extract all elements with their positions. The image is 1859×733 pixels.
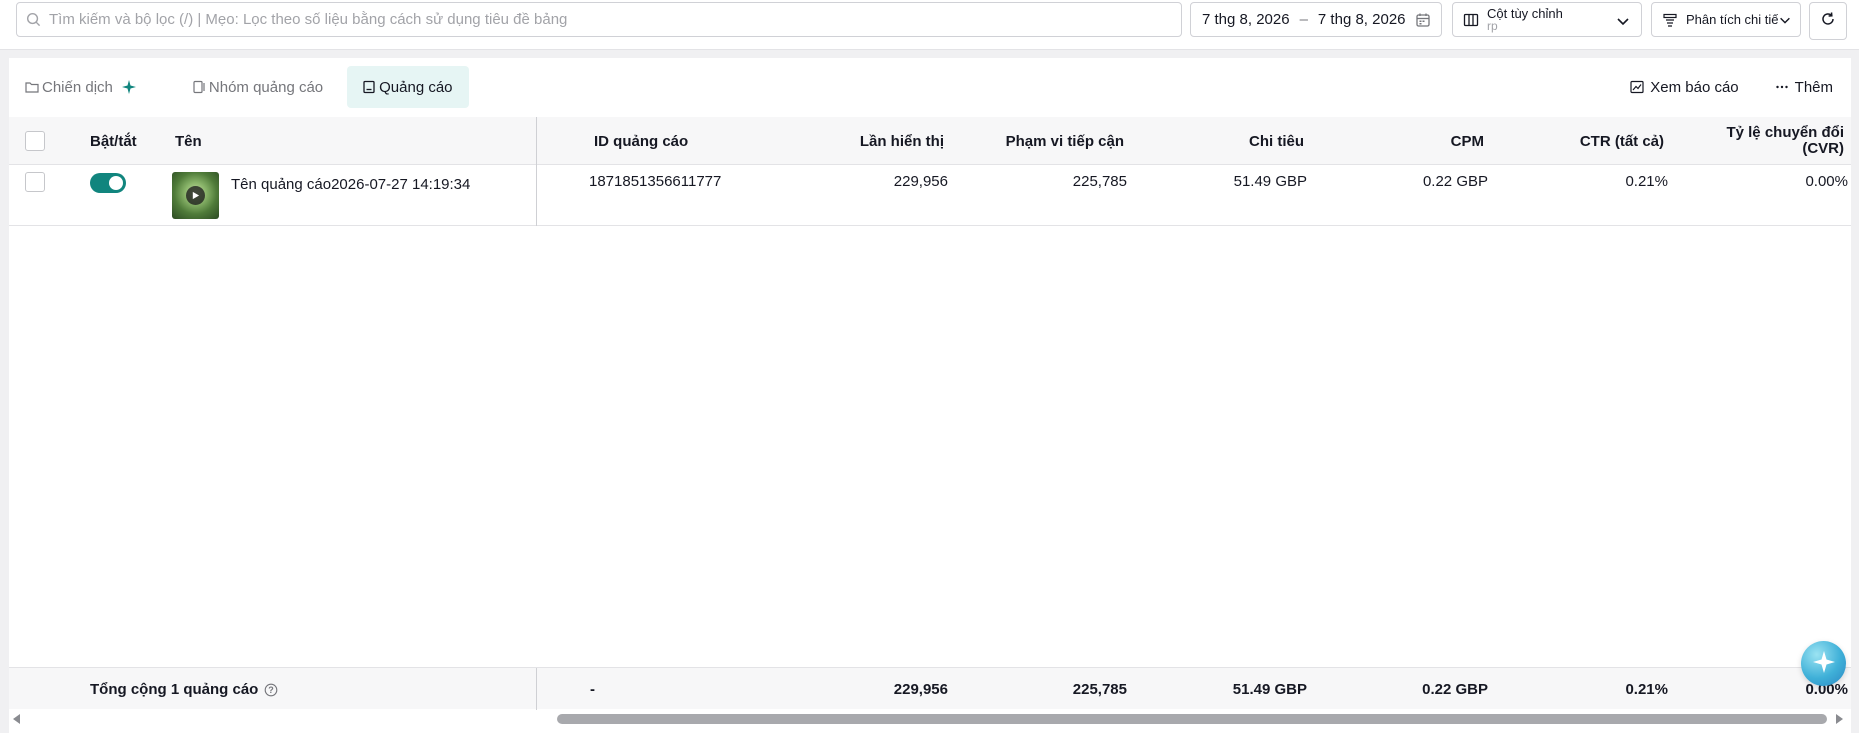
refresh-button[interactable] [1809,2,1847,40]
select-all-checkbox-cell [25,117,45,165]
ad-name[interactable]: Tên quảng cáo2026-07-27 14:19:34 [231,176,470,193]
tab-ad-groups[interactable]: Nhóm quảng cáo [177,66,339,108]
ad-icon [362,79,376,95]
tab-ads[interactable]: Quảng cáo [347,66,469,108]
search-bar[interactable] [16,2,1182,37]
header-reach[interactable]: Phạm vi tiếp cận [939,117,1124,165]
more-dots-icon [1775,80,1789,94]
refresh-icon [1820,11,1836,31]
header-impressions[interactable]: Lần hiển thị [769,117,944,165]
sparkle-icon [121,79,137,95]
scroll-left-arrow-icon[interactable] [13,714,20,724]
table-row[interactable]: Tên quảng cáo2026-07-27 14:19:34 1871851… [9,165,1851,226]
main-panel: Chiến dịch Nhóm quảng cáo Quảng cáo Xem … [9,58,1851,733]
reach-value: 225,785 [1072,173,1127,190]
header-toggle[interactable]: Bật/tắt [90,117,137,165]
svg-text:?: ? [269,685,275,695]
tab-ad-groups-label: Nhóm quảng cáo [208,78,324,96]
totals-reach: 225,785 [1072,681,1127,698]
horizontal-scrollbar[interactable] [9,709,1851,729]
header-ad-id[interactable]: ID quảng cáo [594,117,688,165]
date-range-picker[interactable]: 7 thg 8, 2026 – 7 thg 8, 2026 [1190,2,1442,37]
tab-campaigns-label: Chiến dịch [42,78,113,96]
row-toggle-cell [90,173,126,193]
header-ctr[interactable]: CTR (tất cả) [1479,117,1664,165]
top-toolbar: 7 thg 8, 2026 – 7 thg 8, 2026 Cột tùy ch… [0,0,1859,50]
tab-actions: Xem báo cáo Thêm [1630,66,1851,108]
totals-cpm: 0.22 GBP [1422,681,1488,698]
ad-group-icon [192,79,206,95]
breakdown-icon [1662,12,1678,28]
date-separator: – [1299,11,1308,28]
play-icon [186,186,205,205]
totals-ad-id: - [590,681,595,698]
custom-columns-select[interactable]: Cột tùy chỉnh rp [1452,2,1642,37]
tab-campaigns[interactable]: Chiến dịch [10,66,153,108]
header-cvr[interactable]: Tỷ lệ chuyển đổi (CVR) [1649,117,1844,165]
search-input[interactable] [49,11,1181,28]
frozen-column-divider [536,117,537,165]
header-cvr-line1: Tỷ lệ chuyển đổi [1726,124,1844,141]
spend-value: 51.49 GBP [1233,173,1307,190]
chevron-down-icon [1615,13,1631,29]
row-checkbox-cell [25,172,45,192]
help-icon[interactable]: ? [264,683,278,697]
search-icon [25,12,41,28]
analysis-button[interactable]: Phân tích chi tiết [1651,2,1801,37]
view-report-button[interactable]: Xem báo cáo [1630,78,1739,96]
sparkle-icon [1811,649,1837,679]
ctr-value: 0.21% [1625,173,1668,190]
folder-icon [25,79,39,95]
impressions-value: 229,956 [893,173,948,190]
table-totals-row: Tổng cộng 1 quảng cáo ? - 229,956 225,78… [9,667,1851,710]
more-button[interactable]: Thêm [1775,79,1833,96]
totals-label-cell: Tổng cộng 1 quảng cáo ? [90,681,278,698]
totals-label: Tổng cộng 1 quảng cáo [90,681,259,698]
more-label: Thêm [1794,78,1833,96]
header-cpm[interactable]: CPM [1299,117,1484,165]
video-thumbnail [172,172,219,219]
cpm-value: 0.22 GBP [1422,173,1488,190]
ad-id: 1871851356611777 [589,173,722,190]
frozen-column-divider [536,165,537,226]
header-cvr-line2: (CVR) [1802,140,1844,157]
row-checkbox[interactable] [25,172,45,192]
select-all-checkbox[interactable] [25,131,45,151]
analysis-button-label: Phân tích chi tiết [1686,12,1783,27]
view-report-label: Xem báo cáo [1650,78,1739,96]
table-header: Bật/tắt Tên ID quảng cáo Lần hiển thị Ph… [9,117,1851,165]
columns-select-label: Cột tùy chỉnh [1487,5,1563,21]
report-icon [1630,80,1644,94]
header-name[interactable]: Tên [175,117,202,165]
header-spend[interactable]: Chi tiêu [1119,117,1304,165]
ai-assistant-button[interactable] [1801,641,1846,686]
date-end: 7 thg 8, 2026 [1317,11,1406,28]
totals-ctr: 0.21% [1625,681,1668,698]
calendar-icon [1415,12,1431,28]
totals-impressions: 229,956 [893,681,948,698]
chevron-down-icon [1778,13,1792,27]
columns-icon [1463,12,1479,28]
scroll-right-arrow-icon[interactable] [1836,714,1843,724]
ad-status-toggle[interactable] [90,173,126,193]
scrollbar-thumb[interactable] [557,714,1827,724]
date-start: 7 thg 8, 2026 [1202,11,1290,28]
ads-table: Bật/tắt Tên ID quảng cáo Lần hiển thị Ph… [9,117,1851,226]
columns-select-sub: rp [1487,18,1498,33]
frozen-column-divider [536,668,537,710]
totals-spend: 51.49 GBP [1232,681,1307,698]
cvr-value: 0.00% [1805,173,1848,190]
tab-ads-label: Quảng cáo [379,78,453,96]
level-tabs: Chiến dịch Nhóm quảng cáo Quảng cáo [9,66,469,108]
ad-thumbnail[interactable] [172,172,219,219]
